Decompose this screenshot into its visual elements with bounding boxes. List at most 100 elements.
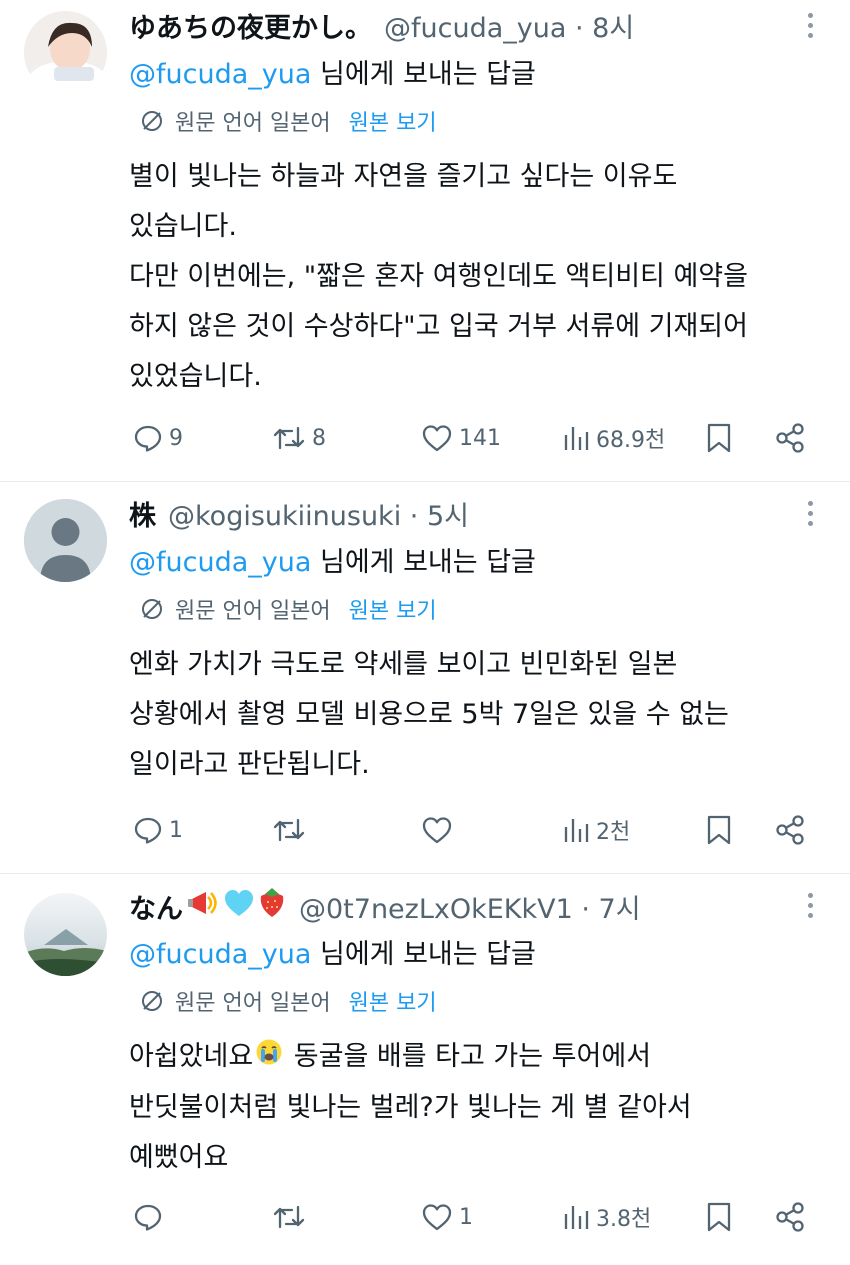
retweet-icon bbox=[273, 1205, 305, 1229]
light-blue-heart-emoji-icon bbox=[223, 888, 255, 925]
tweet-header: なん @0t7nezLxOkEKkV1 · 7시 bbox=[129, 886, 820, 926]
like-button[interactable]: 1 bbox=[421, 1202, 473, 1232]
tweet-text: 아쉽았네요 동굴을 배를 타고 가는 투어에서 반딧불이처럼 빛나는 벌레?가 … bbox=[129, 1032, 820, 1183]
heart-icon bbox=[422, 1204, 452, 1231]
bookmark-icon bbox=[707, 423, 731, 453]
bookmark-button[interactable] bbox=[706, 1201, 732, 1233]
avatar[interactable] bbox=[24, 499, 107, 582]
strawberry-emoji-icon bbox=[257, 886, 287, 925]
views-button[interactable]: 3.8천 bbox=[562, 1201, 651, 1233]
translation-notice: 원문 언어 일본어 원본 보기 bbox=[139, 102, 820, 140]
avatar[interactable] bbox=[24, 11, 107, 94]
view-count: 2천 bbox=[596, 820, 631, 845]
views-button[interactable]: 2천 bbox=[562, 814, 630, 846]
heart-icon bbox=[422, 817, 452, 844]
more-options-icon[interactable] bbox=[800, 496, 820, 528]
tweet-text-line: 반딧불이처럼 빛나는 벌레?가 빛나는 게 별 같아서 bbox=[129, 1091, 692, 1123]
reply-count: 9 bbox=[169, 425, 183, 451]
like-button[interactable]: 141 bbox=[421, 423, 501, 453]
translation-language: 원문 언어 일본어 bbox=[175, 991, 331, 1016]
tweet-text-line: 다만 이번에는, "짧은 혼자 여행인데도 액티비티 예약을 bbox=[129, 261, 748, 292]
translation-language: 원문 언어 일본어 bbox=[175, 111, 331, 136]
tweet-text-segment: 아쉽았네요 bbox=[129, 1041, 254, 1072]
share-icon bbox=[776, 815, 804, 845]
tweet-text-line: 별이 빛나는 하늘과 자연을 즐기고 싶다는 이유도 bbox=[129, 161, 678, 192]
action-bar: 9 8 141 68.9천 bbox=[0, 418, 850, 458]
show-original-link[interactable]: 원본 보기 bbox=[349, 593, 437, 625]
reply-button[interactable]: 9 bbox=[133, 423, 183, 453]
translation-notice: 원문 언어 일본어 원본 보기 bbox=[139, 590, 820, 628]
reply-icon bbox=[134, 817, 162, 844]
tweet-text-line: 예뻤어요 bbox=[129, 1141, 229, 1173]
retweet-icon bbox=[273, 818, 305, 842]
view-count: 68.9천 bbox=[596, 428, 666, 453]
views-icon bbox=[564, 1206, 589, 1229]
translation-language: 원문 언어 일본어 bbox=[175, 599, 331, 624]
translation-notice: 원문 언어 일본어 원본 보기 bbox=[139, 982, 820, 1020]
reply-mention-link[interactable]: @fucuda_yua bbox=[129, 59, 311, 90]
tweet-text-line: 하지 않은 것이 수상하다"고 입국 거부 서류에 기재되어 bbox=[129, 311, 748, 342]
reply-tweet[interactable]: なん @0t7nezLxOkEKkV1 · 7시 @fucuda_yua 님에게… bbox=[0, 874, 850, 1265]
reply-icon bbox=[134, 1204, 162, 1231]
more-options-icon[interactable] bbox=[800, 8, 820, 40]
megaphone-emoji-icon bbox=[187, 888, 221, 925]
reply-count: 1 bbox=[169, 817, 183, 843]
reply-context: @fucuda_yua 님에게 보내는 답글 bbox=[129, 932, 820, 972]
share-button[interactable] bbox=[774, 422, 806, 454]
more-options-icon[interactable] bbox=[800, 888, 820, 920]
tweet-text-line: 상황에서 촬영 모델 비용으로 5박 7일은 있을 수 없는 bbox=[129, 699, 729, 730]
reply-context: @fucuda_yua 님에게 보내는 답글 bbox=[129, 52, 820, 92]
share-icon bbox=[776, 423, 804, 453]
tweet-text: 엔화 가치가 극도로 약세를 보이고 빈민화된 일본 상황에서 촬영 모델 비용… bbox=[129, 640, 820, 790]
view-count: 3.8천 bbox=[596, 1207, 652, 1232]
bookmark-icon bbox=[707, 815, 731, 845]
show-original-link[interactable]: 원본 보기 bbox=[349, 105, 437, 137]
reply-button[interactable]: 1 bbox=[133, 815, 183, 845]
tweet-header: 株 @kogisukiinusuki · 5시 bbox=[129, 494, 820, 532]
bookmark-icon bbox=[707, 1202, 731, 1232]
retweet-button[interactable] bbox=[272, 1202, 312, 1232]
avatar[interactable] bbox=[24, 893, 107, 976]
display-name[interactable]: 株 bbox=[129, 494, 156, 533]
tweet-text-line: 아쉽았네요 동굴을 배를 타고 가는 투어에서 bbox=[129, 1032, 820, 1083]
tweet-text-line: 있습니다. bbox=[129, 211, 237, 242]
reply-tweet[interactable]: ゆあちの夜更かし。 @fucuda_yua · 8시 @fucuda_yua 님… bbox=[0, 0, 850, 482]
reply-context-text: 님에게 보내는 답글 bbox=[311, 939, 536, 970]
bookmark-button[interactable] bbox=[706, 422, 732, 454]
action-bar: 1 2천 bbox=[0, 810, 850, 850]
display-name[interactable]: なん bbox=[129, 887, 183, 926]
translate-icon bbox=[142, 991, 162, 1011]
handle-and-time[interactable]: @kogisukiinusuki · 5시 bbox=[168, 494, 469, 533]
reply-mention-link[interactable]: @fucuda_yua bbox=[129, 939, 311, 970]
bookmark-button[interactable] bbox=[706, 814, 732, 846]
share-button[interactable] bbox=[774, 814, 806, 846]
retweet-count: 8 bbox=[312, 425, 326, 451]
handle-and-time[interactable]: @fucuda_yua · 8시 bbox=[384, 6, 634, 45]
views-button[interactable]: 68.9천 bbox=[562, 422, 665, 454]
crying-face-emoji-icon bbox=[255, 1033, 283, 1083]
handle-and-time[interactable]: @0t7nezLxOkEKkV1 · 7시 bbox=[299, 887, 641, 926]
views-icon bbox=[564, 819, 589, 842]
share-button[interactable] bbox=[774, 1201, 806, 1233]
tweet-text: 별이 빛나는 하늘과 자연을 즐기고 싶다는 이유도 있습니다. 다만 이번에는… bbox=[129, 152, 820, 402]
display-name[interactable]: ゆあちの夜更かし。 bbox=[129, 6, 372, 45]
tweet-text-line: 일이라고 판단됩니다. bbox=[129, 749, 370, 780]
reply-tweet[interactable]: 株 @kogisukiinusuki · 5시 @fucuda_yua 님에게 … bbox=[0, 482, 850, 874]
like-count: 141 bbox=[459, 425, 501, 451]
like-button[interactable] bbox=[421, 815, 459, 845]
retweet-button[interactable] bbox=[272, 815, 312, 845]
like-count: 1 bbox=[459, 1204, 473, 1230]
translate-icon bbox=[142, 599, 162, 619]
reply-context-text: 님에게 보내는 답글 bbox=[311, 547, 536, 578]
tweet-header: ゆあちの夜更かし。 @fucuda_yua · 8시 bbox=[129, 6, 820, 44]
reply-button[interactable] bbox=[133, 1202, 169, 1232]
reply-context: @fucuda_yua 님에게 보내는 답글 bbox=[129, 540, 820, 580]
reply-mention-link[interactable]: @fucuda_yua bbox=[129, 547, 311, 578]
tweet-text-line: 엔화 가치가 극도로 약세를 보이고 빈민화된 일본 bbox=[129, 649, 678, 680]
translate-icon bbox=[142, 111, 162, 131]
retweet-button[interactable]: 8 bbox=[272, 423, 326, 453]
share-icon bbox=[776, 1202, 804, 1232]
heart-icon bbox=[422, 425, 452, 452]
show-original-link[interactable]: 원본 보기 bbox=[349, 985, 437, 1017]
reply-context-text: 님에게 보내는 답글 bbox=[311, 59, 536, 90]
